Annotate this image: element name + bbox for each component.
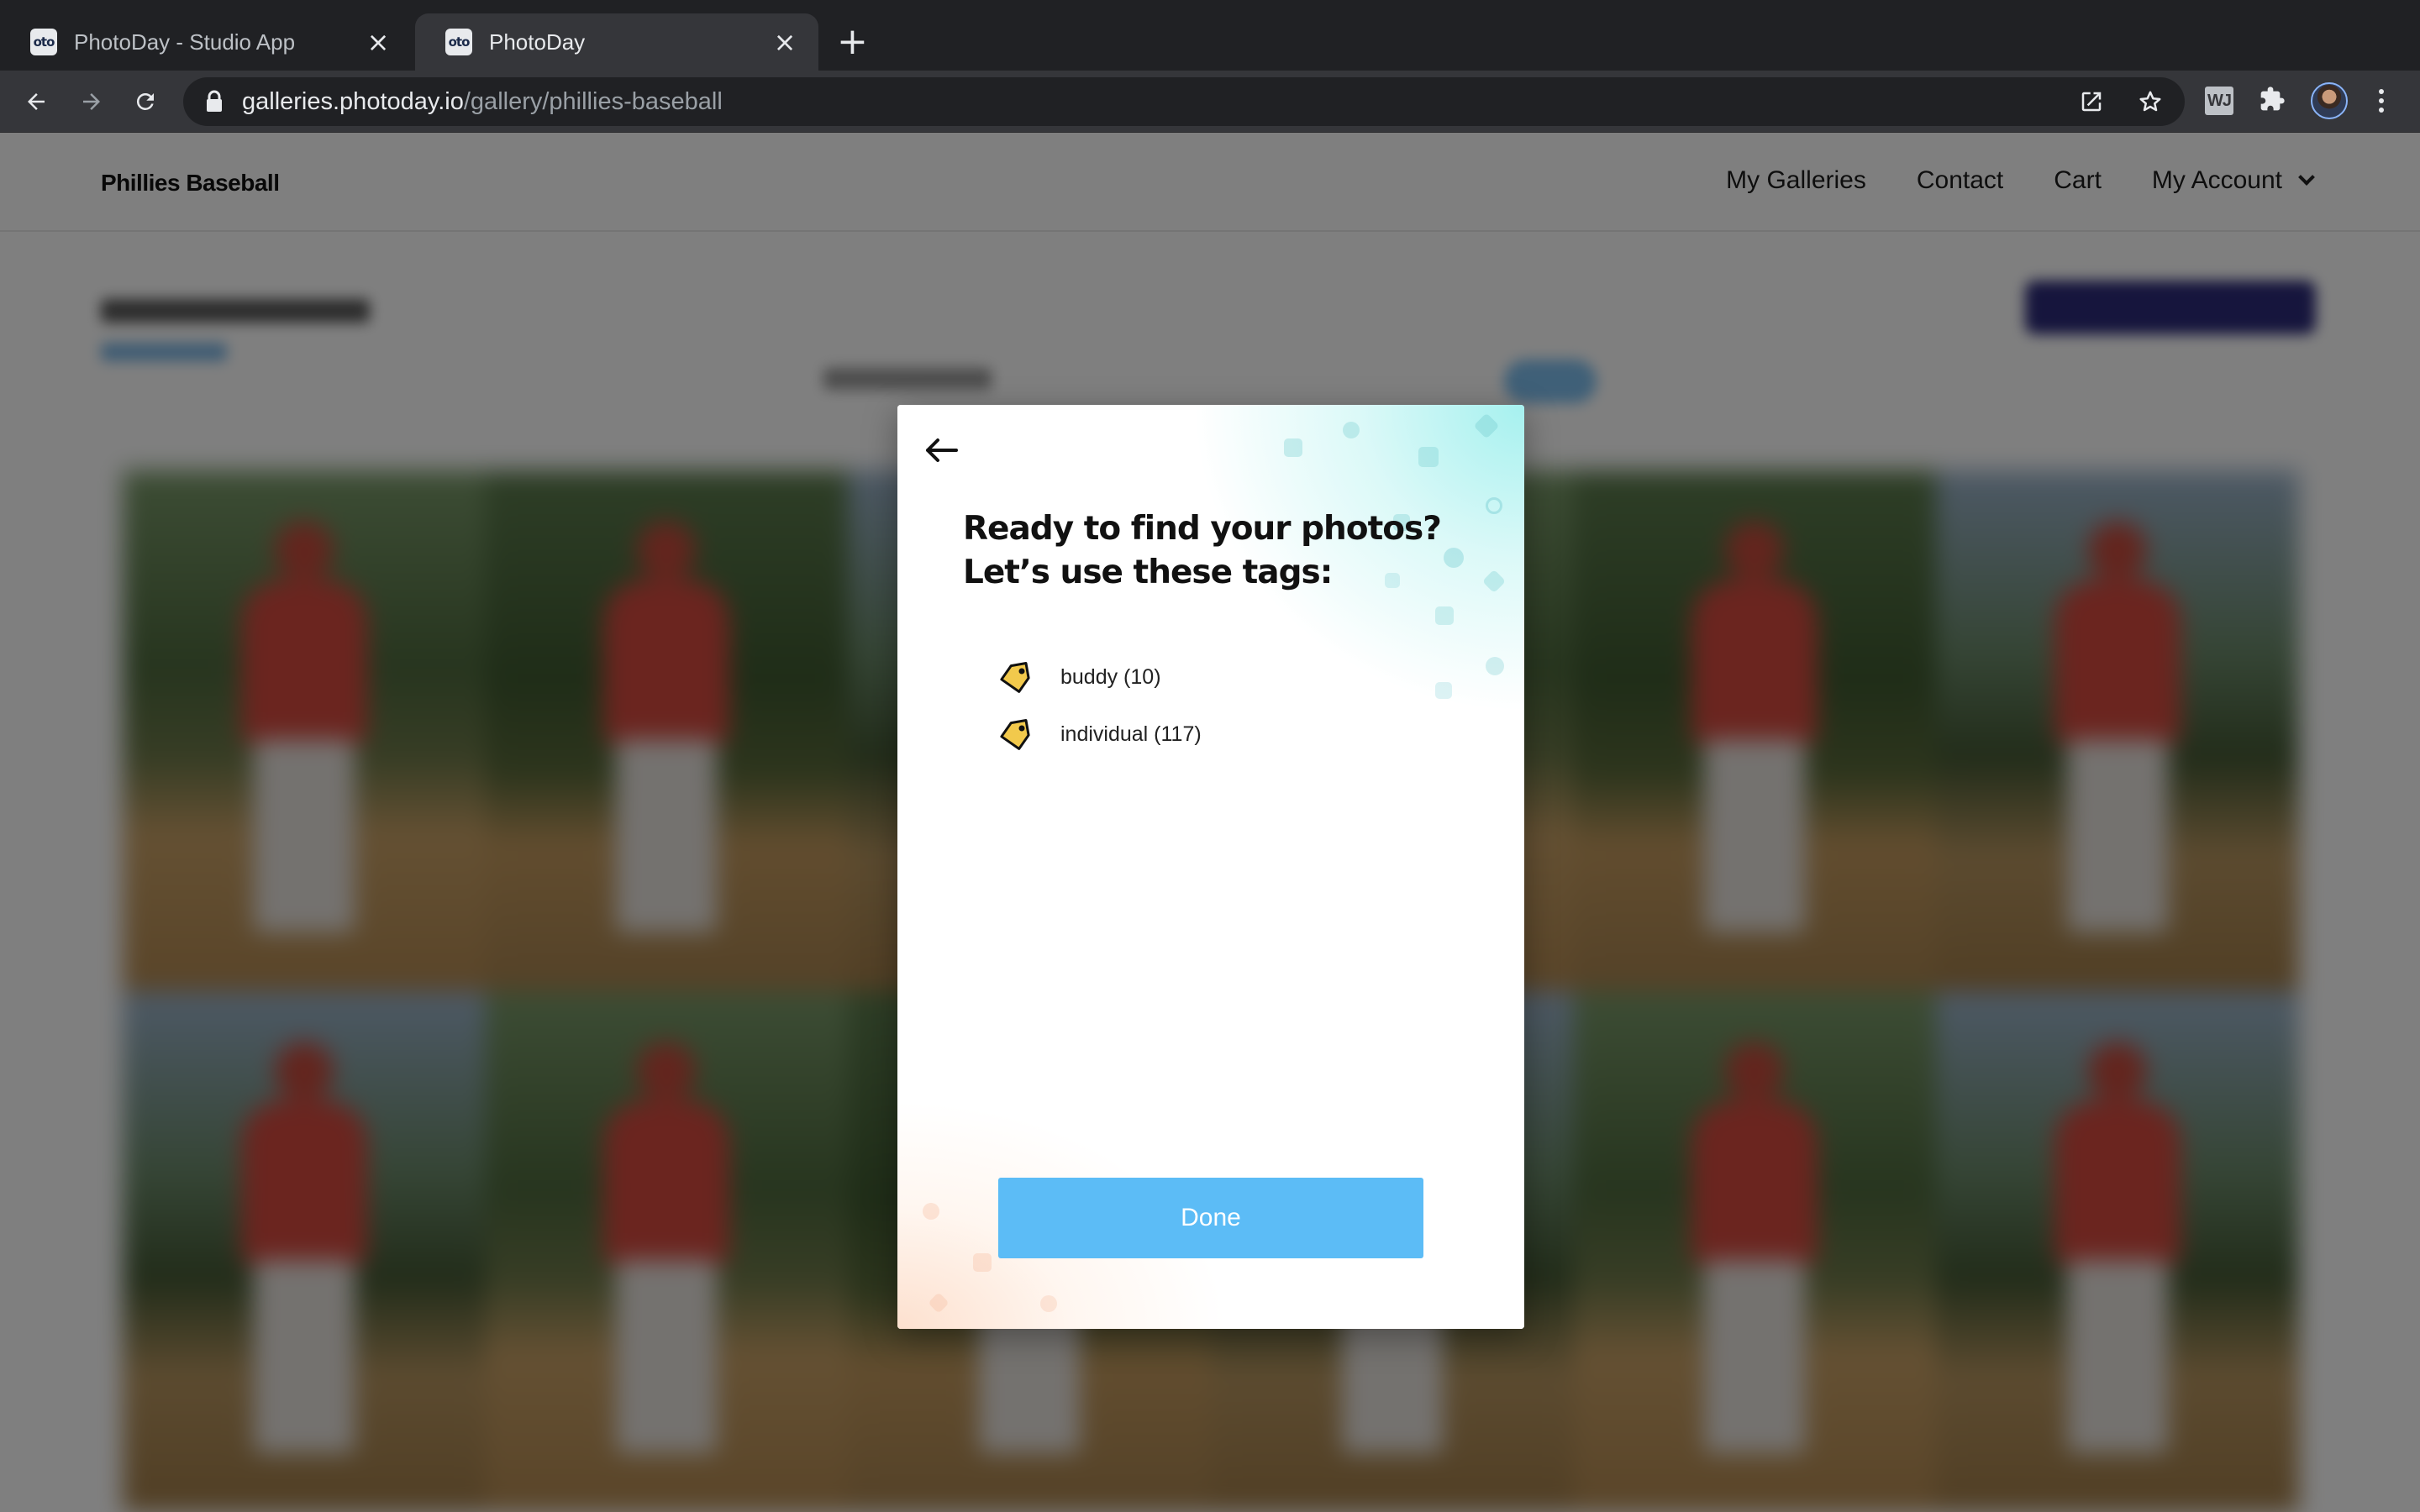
kebab-menu-icon[interactable] (2373, 89, 2390, 113)
address-bar[interactable]: galleries.photoday.io/gallery/phillies-b… (183, 77, 2185, 126)
tag-icon (1000, 718, 1030, 750)
back-arrow-icon[interactable] (17, 82, 55, 121)
modal-title-line1: Ready to find your photos? (963, 510, 1442, 548)
modal-title-line2: Let’s use these tags: (963, 554, 1333, 591)
done-button[interactable]: Done (998, 1178, 1423, 1258)
tag-label: individual (117) (1060, 722, 1202, 746)
tag-list: buddy (10) individual (117) (997, 648, 1202, 763)
open-in-new-window-icon[interactable] (2079, 89, 2104, 118)
tab-photoday[interactable]: oto PhotoDay × (415, 13, 818, 71)
url-text: galleries.photoday.io/gallery/phillies-b… (242, 87, 723, 115)
reload-icon[interactable] (126, 82, 165, 121)
wj-extension-icon[interactable]: WJ (2205, 87, 2233, 115)
page-viewport: Phillies Baseball My Galleries Contact C… (0, 133, 2420, 1512)
tab-title: PhotoDay (489, 29, 586, 55)
tags-modal: Ready to find your photos? Let’s use the… (897, 405, 1524, 1329)
puzzle-icon[interactable] (2259, 86, 2286, 117)
browser-tab-strip: oto PhotoDay - Studio App × oto PhotoDay… (0, 0, 2420, 71)
new-tab-plus-icon[interactable]: + (837, 24, 868, 60)
star-icon[interactable] (2138, 89, 2163, 118)
photoday-favicon-icon: oto (445, 29, 472, 55)
browser-toolbar: galleries.photoday.io/gallery/phillies-b… (0, 71, 2420, 133)
modal-title: Ready to find your photos? Let’s use the… (963, 507, 1484, 595)
tab-photoday-studio-app[interactable]: oto PhotoDay - Studio App × (0, 13, 412, 71)
back-arrow-icon[interactable] (923, 435, 960, 465)
forward-arrow-icon[interactable] (72, 82, 111, 121)
lock-icon[interactable] (205, 90, 224, 113)
tag-icon (1000, 661, 1030, 693)
photoday-favicon-icon: oto (30, 29, 57, 55)
close-tab-icon[interactable]: × (365, 29, 392, 55)
tag-item-buddy[interactable]: buddy (10) (997, 648, 1202, 706)
tag-label: buddy (10) (1060, 664, 1161, 689)
close-tab-icon[interactable]: × (771, 29, 798, 55)
tab-title: PhotoDay - Studio App (74, 29, 296, 55)
profile-avatar[interactable] (2311, 82, 2348, 119)
tag-item-individual[interactable]: individual (117) (997, 706, 1202, 763)
